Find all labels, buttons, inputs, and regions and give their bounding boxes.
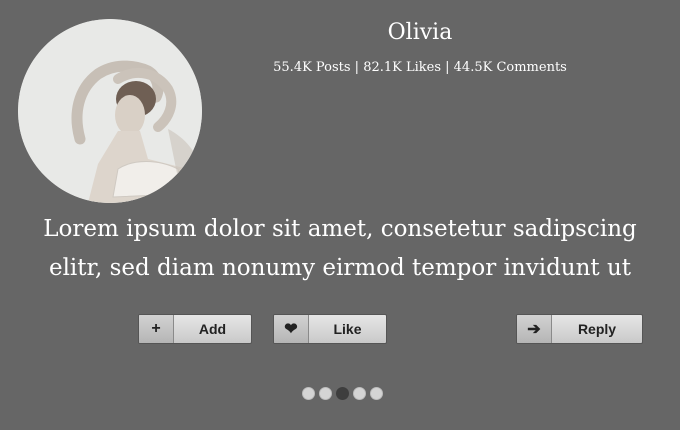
quote-line: elitr, sed diam nonumy eirmod tempor inv…: [48, 255, 632, 281]
heart-icon: ❤: [274, 315, 309, 343]
add-button-label: Add: [198, 321, 227, 337]
profile-name: Olivia: [387, 20, 453, 45]
pagination-dot[interactable]: [352, 387, 366, 400]
arrow-right-icon: ➔: [517, 315, 552, 343]
pagination-dot[interactable]: [318, 387, 332, 400]
plus-icon: +: [139, 315, 174, 343]
pagination-dot[interactable]: [301, 387, 315, 400]
profile-stats: 55.4K Posts | 82.1K Likes | 44.5K Commen…: [273, 60, 567, 75]
add-button[interactable]: + Add: [138, 314, 252, 344]
pagination-dot[interactable]: [369, 387, 383, 400]
reply-button-label: Reply: [577, 321, 617, 337]
pagination-dots: [0, 387, 680, 400]
avatar: [18, 19, 202, 203]
like-button[interactable]: ❤ Like: [273, 314, 387, 344]
pagination-dot-active[interactable]: [335, 387, 349, 400]
quote-line: Lorem ipsum dolor sit amet, consetetur s…: [43, 216, 637, 242]
portrait-image: [18, 19, 202, 203]
quote-text: Lorem ipsum dolor sit amet, consetetur s…: [0, 210, 680, 288]
like-button-label: Like: [333, 321, 362, 337]
reply-button[interactable]: ➔ Reply: [516, 314, 643, 344]
